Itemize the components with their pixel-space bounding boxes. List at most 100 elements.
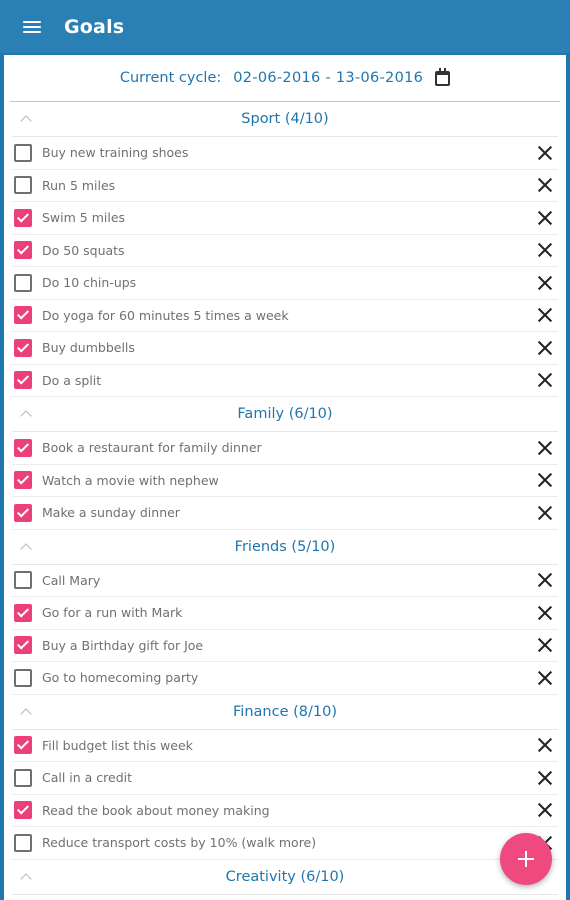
goal-item: Do 10 chin-ups: [12, 267, 558, 300]
chevron-up-icon[interactable]: [20, 115, 32, 127]
checkbox-checked[interactable]: [14, 208, 32, 227]
goal-item: Buy dumbbells: [12, 332, 558, 365]
page-title: Goals: [64, 15, 125, 38]
goal-item: Do a split: [12, 365, 558, 397]
close-icon[interactable]: [538, 308, 552, 322]
chevron-up-icon[interactable]: [20, 542, 32, 555]
goal-text: Do a split: [42, 372, 102, 388]
checkbox-checked[interactable]: [14, 736, 32, 755]
chevron-up-icon[interactable]: [20, 872, 32, 885]
goal-item: Do yoga for 60 minutes 5 times a week: [12, 300, 558, 332]
checkbox-unchecked[interactable]: [14, 273, 32, 292]
cycle-dates[interactable]: 02-06-2016 - 13-06-2016: [233, 70, 423, 86]
calendar-icon[interactable]: [435, 67, 451, 86]
section-header[interactable]: Finance (8/10): [12, 695, 558, 730]
close-icon[interactable]: [538, 178, 552, 192]
checkbox-unchecked[interactable]: [14, 768, 32, 787]
close-icon[interactable]: [538, 606, 552, 620]
checkbox-checked[interactable]: [14, 636, 32, 655]
checkbox-checked[interactable]: [14, 801, 32, 820]
section-title: Sport (4/10): [241, 111, 329, 127]
close-icon[interactable]: [538, 441, 552, 455]
checkbox-checked[interactable]: [14, 306, 32, 325]
chevron-up-icon[interactable]: [20, 707, 32, 720]
goal-item: Call Mary: [12, 565, 558, 597]
app-bar: Goals: [0, 0, 570, 53]
goals-sheet: Current cycle: 02-06-2016 - 13-06-2016 S…: [4, 55, 566, 900]
close-icon[interactable]: [538, 211, 552, 225]
checkbox-checked[interactable]: [14, 471, 32, 490]
goal-text: Go to homecoming party: [42, 670, 199, 686]
checkbox-checked[interactable]: [14, 241, 32, 260]
goal-item: Run 5 miles: [12, 170, 558, 202]
menu-icon[interactable]: [23, 19, 43, 35]
section-header[interactable]: Friends (5/10): [12, 530, 558, 565]
close-icon[interactable]: [538, 341, 552, 355]
goal-text: Call in a credit: [42, 770, 133, 786]
close-icon[interactable]: [538, 276, 552, 290]
section-header[interactable]: Sport (4/10): [12, 102, 558, 137]
close-icon[interactable]: [538, 671, 552, 685]
chevron-up-icon[interactable]: [20, 410, 32, 422]
goal-text: Go for a run with Mark: [42, 605, 183, 621]
goal-text: Call Mary: [42, 572, 101, 588]
goal-text: Reduce transport costs by 10% (walk more…: [42, 835, 317, 851]
close-icon[interactable]: [538, 771, 552, 785]
goal-item: Book a restaurant for family dinner: [12, 432, 558, 465]
section-title: Creativity (6/10): [225, 868, 345, 885]
close-icon[interactable]: [538, 146, 552, 160]
goal-text: Buy dumbbells: [42, 340, 135, 356]
goal-text: Make a sunday dinner: [42, 505, 180, 521]
checkbox-unchecked[interactable]: [14, 833, 32, 852]
cycle-label: Current cycle:: [119, 70, 222, 86]
goal-item: Go to homecoming party: [12, 662, 558, 695]
checkbox-unchecked[interactable]: [14, 143, 32, 162]
goal-text: Book a restaurant for family dinner: [42, 440, 262, 456]
goal-text: Fill budget list this week: [42, 737, 193, 753]
goal-text: Read the book about money making: [42, 802, 270, 818]
section-title: Finance (8/10): [233, 703, 337, 720]
close-icon[interactable]: [538, 638, 552, 652]
checkbox-unchecked[interactable]: [14, 668, 32, 687]
section-header[interactable]: Family (6/10): [12, 397, 558, 432]
goal-text: Swim 5 miles: [42, 210, 126, 226]
checkbox-checked[interactable]: [14, 438, 32, 457]
checkbox-checked[interactable]: [14, 338, 32, 357]
goal-item: Call in a credit: [12, 762, 558, 795]
close-icon[interactable]: [538, 738, 552, 752]
goal-item: Watch a movie with nephew: [12, 465, 558, 497]
goal-text: Do 50 squats: [42, 242, 125, 258]
goal-item: Buy a Birthday gift for Joe: [12, 630, 558, 662]
goal-item: Do 50 squats: [12, 235, 558, 267]
goal-text: Do yoga for 60 minutes 5 times a week: [42, 307, 289, 323]
checkbox-unchecked[interactable]: [14, 571, 32, 590]
checkbox-checked[interactable]: [14, 503, 32, 522]
close-icon[interactable]: [538, 243, 552, 257]
goal-text: Buy a Birthday gift for Joe: [42, 637, 204, 653]
close-icon[interactable]: [538, 373, 552, 387]
goal-text: Buy new training shoes: [42, 145, 189, 161]
section-title: Family (6/10): [237, 406, 333, 422]
goal-item: Make a sunday dinner: [12, 497, 558, 530]
goal-item: Reduce transport costs by 10% (walk more…: [12, 827, 558, 860]
goal-text: Watch a movie with nephew: [42, 472, 219, 488]
goal-item: Read the book about money making: [12, 795, 558, 827]
checkbox-unchecked[interactable]: [14, 176, 32, 195]
checkbox-checked[interactable]: [14, 371, 32, 390]
close-icon[interactable]: [538, 506, 552, 520]
goal-item: Swim 5 miles: [12, 202, 558, 235]
checkbox-checked[interactable]: [14, 603, 32, 622]
section-title: Friends (5/10): [234, 538, 336, 555]
add-goal-button[interactable]: [500, 833, 552, 885]
cycle-bar: Current cycle: 02-06-2016 - 13-06-2016: [10, 55, 560, 102]
goal-item: Go for a run with Mark: [12, 597, 558, 630]
close-icon[interactable]: [538, 803, 552, 817]
goal-text: Run 5 miles: [42, 177, 116, 193]
goal-item: Buy new training shoes: [12, 137, 558, 170]
section-header[interactable]: Creativity (6/10): [12, 860, 558, 895]
goal-item: Fill budget list this week: [12, 730, 558, 762]
goal-list: Sport (4/10) Buy new training shoes Run 5 …: [12, 102, 558, 895]
goal-text: Do 10 chin-ups: [42, 275, 137, 291]
close-icon[interactable]: [538, 573, 552, 587]
close-icon[interactable]: [538, 473, 552, 487]
